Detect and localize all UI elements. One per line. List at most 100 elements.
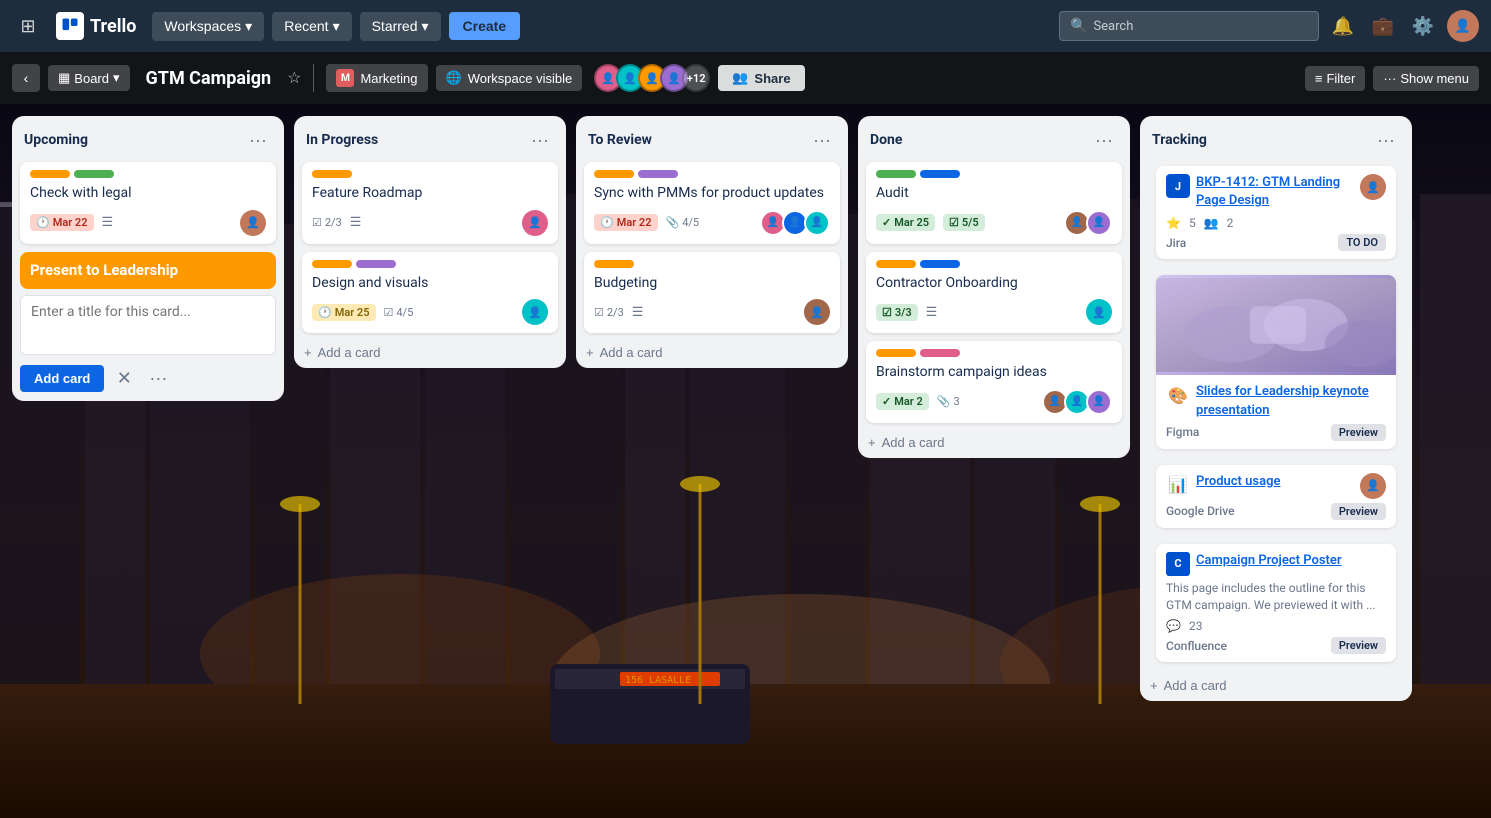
show-menu-button[interactable]: ··· Show menu [1373,66,1479,91]
label-green [74,170,114,178]
add-card-cancel[interactable]: ✕ [110,365,138,393]
cards-upcoming: Check with legal 🕐 Mar 22 ☰ 👤 [12,158,284,248]
tracking-card-slides[interactable]: 🎨 Slides for Leadership keynote presenta… [1156,275,1396,448]
card-check-legal[interactable]: Check with legal 🕐 Mar 22 ☰ 👤 [20,162,276,244]
card-title: Audit [876,184,1112,204]
tracking-provider: Confluence [1166,639,1227,653]
column-header-tracking: Tracking ··· [1140,116,1412,158]
cards-tracking: J BKP-1412: GTM Landing Page Design 👤 ⭐ … [1140,158,1412,670]
briefcase-icon[interactable]: 💼 [1367,10,1399,42]
description-icon: ☰ [926,305,938,320]
card-feature-roadmap[interactable]: Feature Roadmap ☑ 2/3 ☰ 👤 [302,162,558,244]
cards-done: Audit ✓ Mar 25 ☑ 5/5 👤 👤 [858,158,1130,427]
checklist-icon: ☑ [384,306,394,319]
card-meta: 🕐 Mar 22 📎 4/5 👤 👤 👤 [594,210,830,236]
add-card-btn-in-progress[interactable]: + Add a card [294,337,566,368]
card-avatars: 👤 👤 👤 [1042,389,1112,415]
chevron-down-icon: ▾ [333,18,340,35]
tracking-card-meta: 💬 23 [1166,619,1386,633]
board-icon: ▦ [58,70,70,86]
add-card-more[interactable]: ··· [144,365,172,393]
star-button[interactable]: ☆ [287,68,301,88]
tracking-card-header: 🎨 Slides for Leadership keynote presenta… [1166,383,1386,419]
card-avatars: 👤 👤 👤 [760,210,830,236]
tracking-card-product-usage[interactable]: 📊 Product usage 👤 Google Drive Preview [1156,465,1396,528]
card-sync-pmms[interactable]: Sync with PMMs for product updates 🕐 Mar… [584,162,840,244]
label-purple [356,260,396,268]
search-input[interactable]: 🔍 Search [1059,11,1319,41]
add-card-btn-done[interactable]: + Add a card [858,427,1130,458]
attachment-badge: 📎 3 [937,395,960,408]
checklist-badge: ☑ 2/3 [594,306,624,319]
settings-icon[interactable]: ⚙️ [1407,10,1439,42]
notifications-icon[interactable]: 🔔 [1327,10,1359,42]
card-title: Check with legal [30,184,266,204]
cards-to-review: Sync with PMMs for product updates 🕐 Mar… [576,158,848,337]
new-card-input[interactable] [20,295,276,355]
tracking-desc: This page includes the outline for this … [1166,580,1386,614]
share-icon: 👥 [732,70,748,86]
add-card-btn-tracking[interactable]: + Add a card [1140,670,1412,701]
add-card-submit[interactable]: Add card [20,365,104,392]
workspaces-btn[interactable]: Workspaces ▾ [152,12,264,41]
workspace-tag[interactable]: M Marketing [326,64,427,92]
card-avatar: 👤 [240,210,266,236]
card-budgeting[interactable]: Budgeting ☑ 2/3 ☰ 👤 [584,252,840,334]
avatar: 👤 [1086,210,1112,236]
top-nav: ⊞ Trello Workspaces ▾ Recent ▾ Starred ▾… [0,0,1491,52]
grid-icon[interactable]: ⊞ [12,10,44,42]
sidebar-toggle[interactable]: ‹ [12,64,40,92]
filter-button[interactable]: ≡ Filter [1305,66,1365,91]
column-menu-btn-upcoming[interactable]: ··· [244,126,272,154]
checklist-icon: ☑ [312,216,322,229]
column-menu-btn-to-review[interactable]: ··· [808,126,836,154]
column-to-review: To Review ··· Sync with PMMs for product… [576,116,848,368]
column-menu-btn-done[interactable]: ··· [1090,126,1118,154]
card-meta: ☑ 3/3 ☰ 👤 [876,299,1112,325]
card-avatar: 👤 [1086,299,1112,325]
column-menu-btn-tracking[interactable]: ··· [1372,126,1400,154]
board-title[interactable]: GTM Campaign [138,64,280,93]
search-icon: 🔍 [1070,18,1087,34]
card-avatar: 👤 [522,210,548,236]
card-contractor-onboarding[interactable]: Contractor Onboarding ☑ 3/3 ☰ 👤 [866,252,1122,334]
column-title-tracking: Tracking [1152,132,1207,148]
tracking-provider: Jira [1166,236,1186,250]
user-avatar[interactable]: 👤 [1447,10,1479,42]
tracking-card-bkp[interactable]: J BKP-1412: GTM Landing Page Design 👤 ⭐ … [1156,166,1396,259]
member-count-badge[interactable]: +12 [682,64,710,92]
column-header-done: Done ··· [858,116,1130,158]
card-audit[interactable]: Audit ✓ Mar 25 ☑ 5/5 👤 👤 [866,162,1122,244]
share-button[interactable]: 👥 Share [718,65,804,91]
filter-icon: ≡ [1315,71,1323,86]
board-type-btn[interactable]: ▦ Board ▾ [48,65,130,91]
plus-icon: + [586,345,594,360]
tracking-meta-row: Google Drive Preview [1166,503,1386,520]
confluence-icon: C [1166,552,1190,576]
card-meta: 🕐 Mar 22 ☰ 👤 [30,210,266,236]
tracking-card-body: J BKP-1412: GTM Landing Page Design 👤 ⭐ … [1156,166,1396,259]
due-badge: 🕐 Mar 22 [594,214,658,231]
plus-icon: + [304,345,312,360]
column-header-upcoming: Upcoming ··· [12,116,284,158]
tracking-card-campaign-poster[interactable]: C Campaign Project Poster This page incl… [1156,544,1396,663]
trello-logo-box [56,12,84,40]
avatar: 👤 [1086,389,1112,415]
avatar: 👤 [804,210,830,236]
recent-btn[interactable]: Recent ▾ [272,12,351,41]
gdrive-icon: 📊 [1166,473,1190,497]
add-card-btn-to-review[interactable]: + Add a card [576,337,848,368]
column-header-to-review: To Review ··· [576,116,848,158]
chevron-down-icon: ▾ [245,18,252,35]
column-menu-btn-in-progress[interactable]: ··· [526,126,554,154]
label-purple [638,170,678,178]
tracking-card-title: Product usage [1196,473,1354,491]
tracking-badge: TO DO [1338,234,1386,251]
starred-btn[interactable]: Starred ▾ [360,12,441,41]
card-design-visuals[interactable]: Design and visuals 🕐 Mar 25 ☑ 4/5 👤 [302,252,558,334]
checklist-icon: ☑ [594,306,604,319]
card-brainstorm[interactable]: Brainstorm campaign ideas ✓ Mar 2 📎 3 👤 [866,341,1122,423]
create-button[interactable]: Create [449,12,521,40]
card-labels [876,349,1112,357]
visibility-btn[interactable]: 🌐 Workspace visible [436,65,583,91]
